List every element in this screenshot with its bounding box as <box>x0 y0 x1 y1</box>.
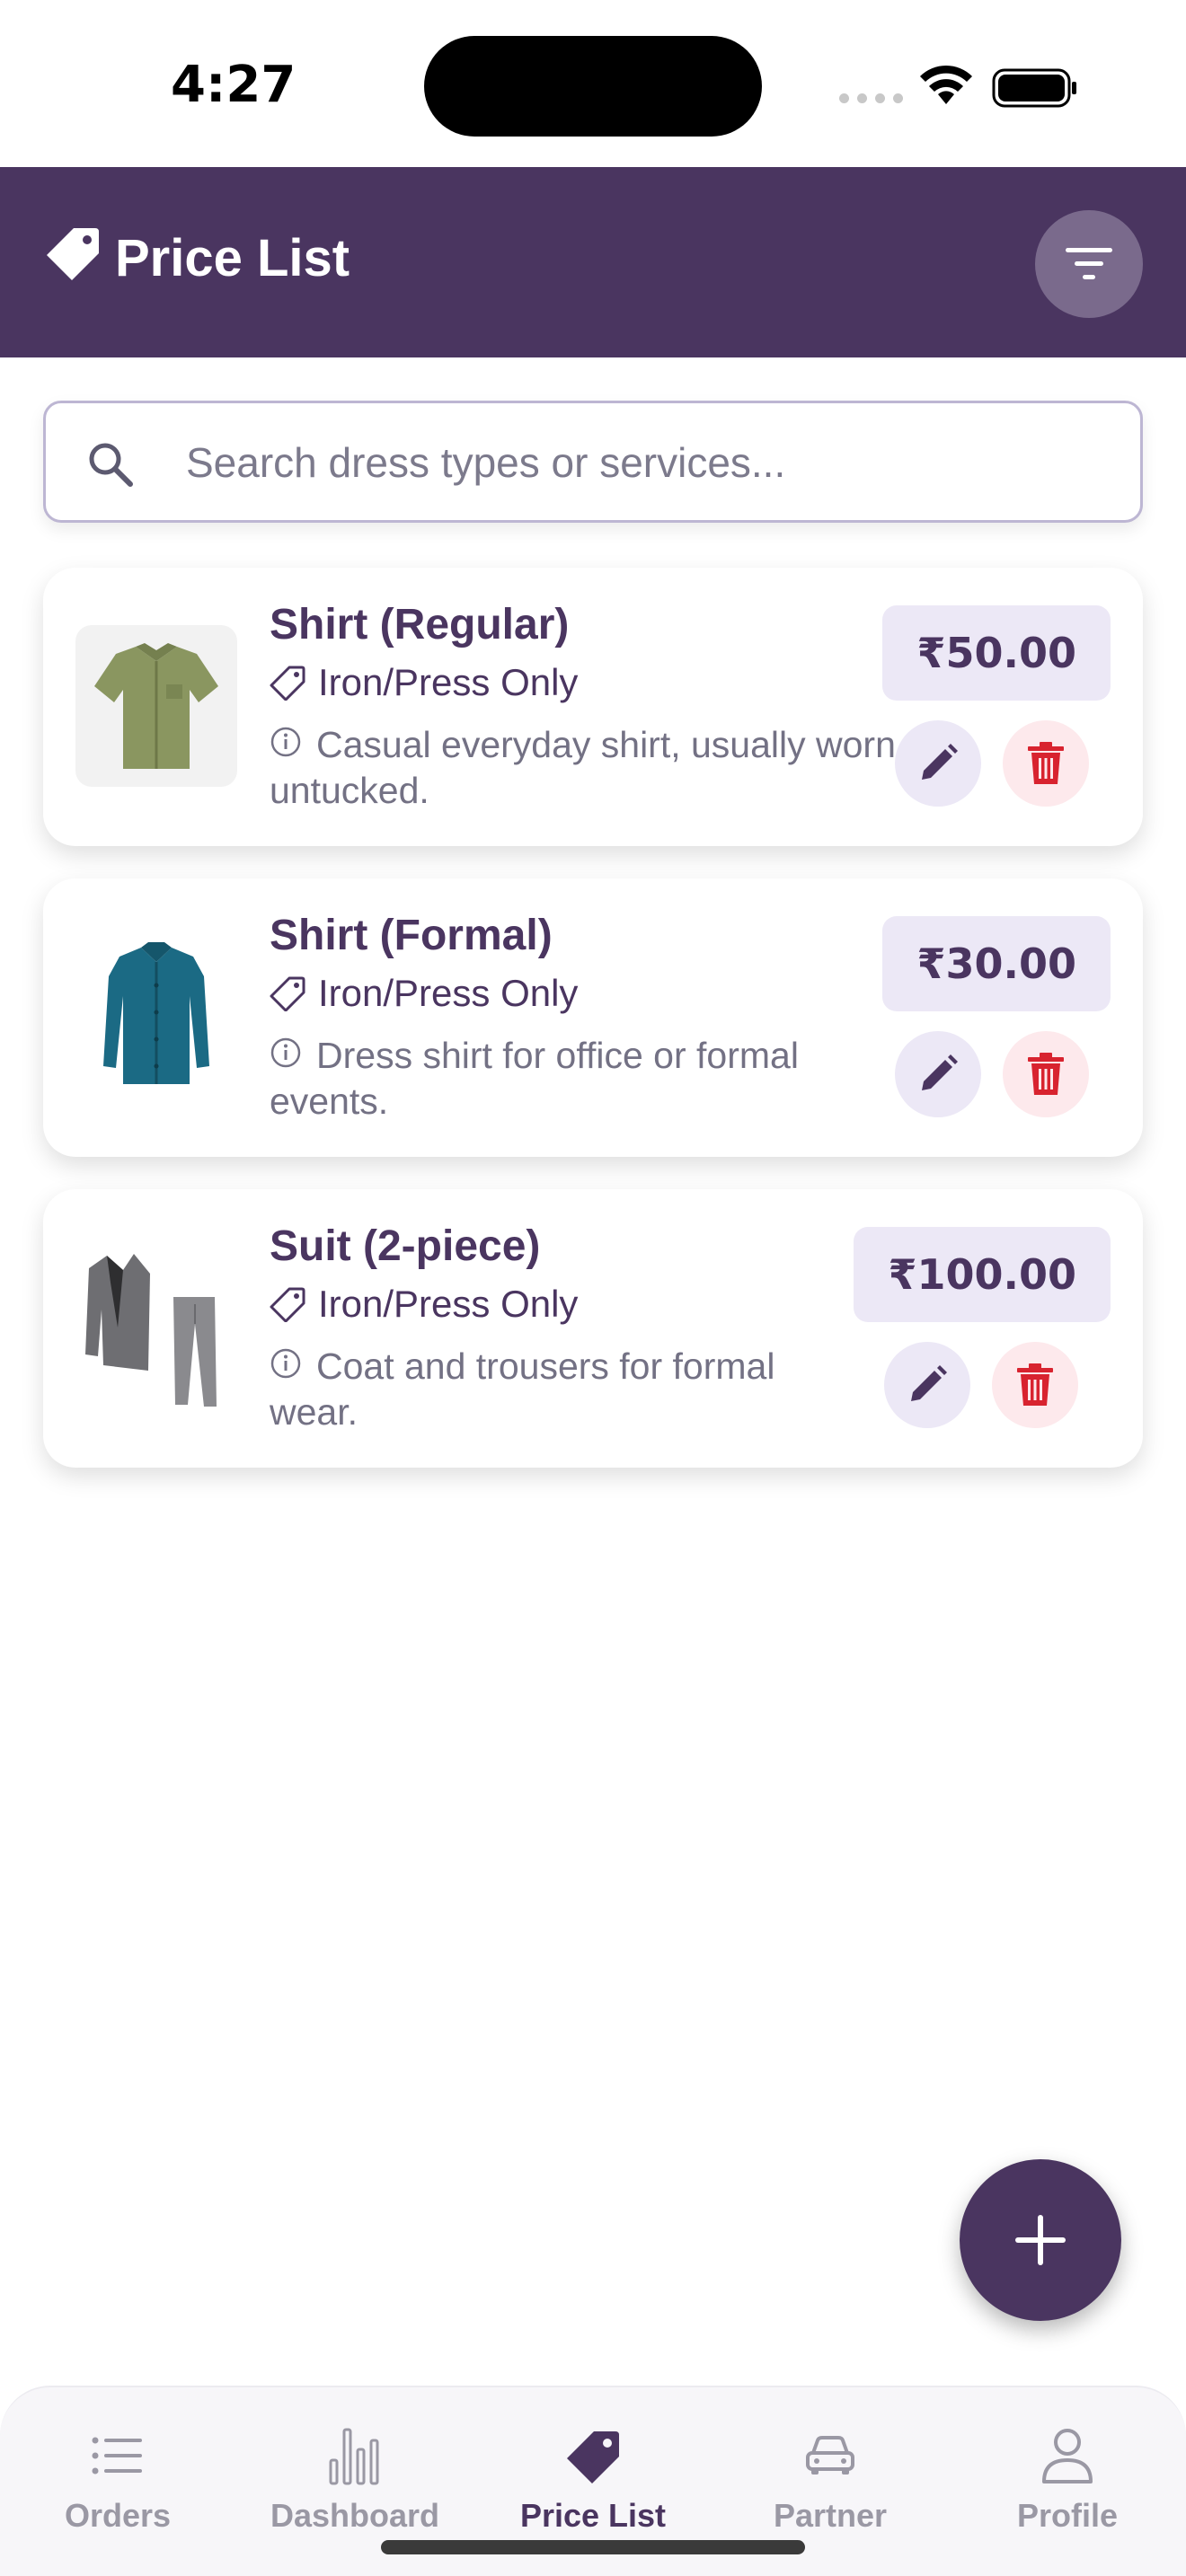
price-card[interactable]: Suit (2-piece) Iron/Press Only Coat and … <box>43 1189 1143 1468</box>
tag-icon <box>47 228 99 280</box>
status-bar: 4:27 <box>0 0 1186 167</box>
delete-button[interactable] <box>992 1342 1078 1428</box>
nav-label: Partner <box>773 2497 888 2534</box>
shirt-formal-image <box>75 936 237 1098</box>
app-header: Price List <box>0 167 1186 357</box>
battery-icon <box>992 68 1076 108</box>
item-name: Shirt (Regular) <box>270 601 570 648</box>
item-price: ₹30.00 <box>882 916 1111 1011</box>
dynamic-island <box>424 36 762 137</box>
item-service-label: Iron/Press Only <box>318 1283 579 1325</box>
delete-button[interactable] <box>1003 720 1089 807</box>
add-item-button[interactable] <box>960 2159 1121 2321</box>
item-description: Casual everyday shirt, usually worn untu… <box>270 724 896 811</box>
status-time: 4:27 <box>171 56 296 114</box>
nav-item-partner[interactable]: Partner <box>722 2423 938 2535</box>
trash-icon <box>1028 742 1064 784</box>
tag-outline-icon <box>270 976 305 1011</box>
list-icon <box>92 2437 142 2475</box>
nav-item-price-list[interactable]: Price List <box>485 2423 701 2535</box>
cellular-signal-icon <box>839 93 903 103</box>
item-price: ₹50.00 <box>882 605 1111 701</box>
item-service-label: Iron/Press Only <box>318 661 579 703</box>
search-input[interactable] <box>186 430 1102 495</box>
delete-button[interactable] <box>1003 1031 1089 1117</box>
edit-button[interactable] <box>895 1031 981 1117</box>
suit-image <box>75 1247 237 1408</box>
item-service: Iron/Press Only <box>270 972 578 1015</box>
search-bar[interactable] <box>43 401 1143 523</box>
price-card[interactable]: Shirt (Formal) Iron/Press Only Dress shi… <box>43 878 1143 1157</box>
edit-button[interactable] <box>895 720 981 807</box>
tag-outline-icon <box>270 1287 305 1322</box>
pencil-icon <box>922 1054 958 1090</box>
item-service: Iron/Press Only <box>270 1283 578 1326</box>
plus-icon <box>1015 2215 1066 2265</box>
car-icon <box>806 2436 854 2475</box>
item-price: ₹100.00 <box>854 1227 1111 1322</box>
trash-icon <box>1017 1363 1053 1406</box>
trash-icon <box>1028 1053 1064 1095</box>
filter-icon <box>1066 248 1112 279</box>
item-service-label: Iron/Press Only <box>318 972 579 1014</box>
nav-label: Orders <box>64 2497 172 2534</box>
home-indicator <box>381 2540 805 2554</box>
filter-button[interactable] <box>1035 210 1143 318</box>
nav-label: Profile <box>1016 2497 1119 2534</box>
nav-label: Price List <box>519 2497 667 2534</box>
edit-button[interactable] <box>884 1342 970 1428</box>
tag-outline-icon <box>270 666 305 701</box>
person-icon <box>1042 2429 1093 2483</box>
nav-item-dashboard[interactable]: Dashboard <box>247 2423 463 2535</box>
tag-icon <box>567 2431 619 2483</box>
search-icon <box>89 443 133 487</box>
nav-item-profile[interactable]: Profile <box>960 2423 1175 2535</box>
pencil-icon <box>911 1365 947 1401</box>
shirt-regular-image <box>75 625 237 787</box>
item-name: Shirt (Formal) <box>270 912 553 959</box>
wifi-icon <box>920 65 972 104</box>
item-description: Dress shirt for office or formal events. <box>270 1035 799 1122</box>
bar-chart-icon <box>329 2428 379 2485</box>
page-title: Price List <box>115 229 350 287</box>
nav-label: Dashboard <box>270 2497 440 2534</box>
price-card[interactable]: Shirt (Regular) Iron/Press Only Casual e… <box>43 568 1143 846</box>
item-description: Coat and trousers for formal wear. <box>270 1345 775 1433</box>
item-name: Suit (2-piece) <box>270 1222 541 1270</box>
pencil-icon <box>922 744 958 780</box>
nav-item-orders[interactable]: Orders <box>10 2423 226 2535</box>
item-service: Iron/Press Only <box>270 661 578 704</box>
